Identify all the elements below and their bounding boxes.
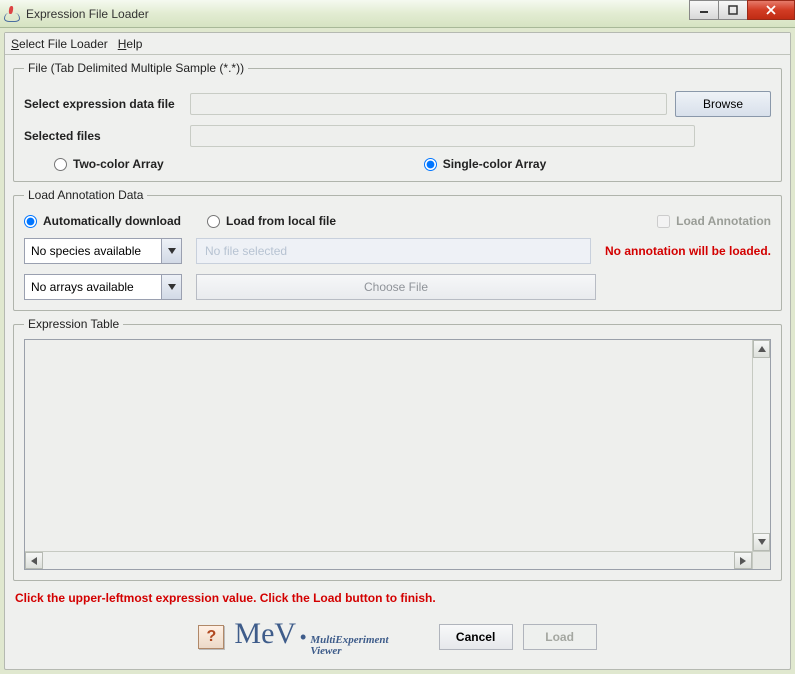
load-local-radio-input[interactable] xyxy=(207,215,220,228)
load-local-radio[interactable]: Load from local file xyxy=(207,214,336,228)
chevron-down-icon[interactable] xyxy=(161,275,181,299)
species-combo-value: No species available xyxy=(25,239,161,263)
auto-download-label: Automatically download xyxy=(43,214,181,228)
scroll-left-icon[interactable] xyxy=(25,552,43,569)
brand-dot: • xyxy=(300,627,306,648)
window-controls xyxy=(690,0,795,20)
expression-table-group: Expression Table xyxy=(13,317,782,581)
arrays-combo-value: No arrays available xyxy=(25,275,161,299)
scroll-right-icon[interactable] xyxy=(734,552,752,569)
two-color-radio[interactable]: Two-color Array xyxy=(54,157,164,171)
annotation-group-legend: Load Annotation Data xyxy=(24,188,147,202)
horizontal-scrollbar[interactable] xyxy=(25,551,752,569)
app-body: Select File Loader Help File (Tab Delimi… xyxy=(4,32,791,670)
selected-files-display xyxy=(190,125,695,147)
auto-download-radio-input[interactable] xyxy=(24,215,37,228)
chevron-down-icon[interactable] xyxy=(161,239,181,263)
select-file-label: Select expression data file xyxy=(24,97,182,111)
java-icon xyxy=(4,6,20,22)
load-annotation-checkbox: Load Annotation xyxy=(657,214,771,228)
choose-file-button: Choose File xyxy=(196,274,596,300)
species-combo[interactable]: No species available xyxy=(24,238,182,264)
minimize-button[interactable] xyxy=(689,0,719,20)
single-color-label: Single-color Array xyxy=(443,157,547,171)
brand-logo: MeV • MultiExperimentViewer xyxy=(234,617,388,657)
cancel-button[interactable]: Cancel xyxy=(439,624,513,650)
menubar: Select File Loader Help xyxy=(5,33,790,55)
single-color-radio-input[interactable] xyxy=(424,158,437,171)
footer: ? MeV • MultiExperimentViewer Cancel Loa… xyxy=(13,613,782,665)
brand-mev: MeV xyxy=(234,617,296,651)
close-button[interactable] xyxy=(747,0,795,20)
expression-table[interactable] xyxy=(24,339,771,570)
load-local-label: Load from local file xyxy=(226,214,336,228)
single-color-radio[interactable]: Single-color Array xyxy=(424,157,547,171)
scroll-down-icon[interactable] xyxy=(753,533,770,551)
annotation-file-display: No file selected xyxy=(196,238,591,264)
content: File (Tab Delimited Multiple Sample (*.*… xyxy=(5,55,790,669)
two-color-radio-input[interactable] xyxy=(54,158,67,171)
maximize-button[interactable] xyxy=(718,0,748,20)
load-annotation-label: Load Annotation xyxy=(676,214,771,228)
menu-help[interactable]: Help xyxy=(118,37,143,51)
browse-button[interactable]: Browse xyxy=(675,91,771,117)
titlebar: Expression File Loader xyxy=(0,0,795,28)
auto-download-radio[interactable]: Automatically download xyxy=(24,214,181,228)
select-file-input[interactable] xyxy=(190,93,667,115)
file-group-legend: File (Tab Delimited Multiple Sample (*.*… xyxy=(24,61,248,75)
menu-select-file-loader[interactable]: Select File Loader xyxy=(11,37,108,51)
window-title: Expression File Loader xyxy=(26,7,149,21)
load-annotation-checkbox-input xyxy=(657,215,670,228)
file-group: File (Tab Delimited Multiple Sample (*.*… xyxy=(13,61,782,182)
arrays-combo[interactable]: No arrays available xyxy=(24,274,182,300)
expression-table-legend: Expression Table xyxy=(24,317,123,331)
annotation-warning: No annotation will be loaded. xyxy=(605,244,771,258)
scrollbar-corner xyxy=(752,551,770,569)
help-button[interactable]: ? xyxy=(198,625,224,649)
annotation-group: Load Annotation Data Automatically downl… xyxy=(13,188,782,311)
scroll-up-icon[interactable] xyxy=(753,340,770,358)
selected-files-label: Selected files xyxy=(24,129,182,143)
load-button[interactable]: Load xyxy=(523,624,597,650)
two-color-label: Two-color Array xyxy=(73,157,164,171)
instruction-hint: Click the upper-leftmost expression valu… xyxy=(13,587,782,607)
brand-sub: MultiExperimentViewer xyxy=(310,635,388,657)
vertical-scrollbar[interactable] xyxy=(752,340,770,551)
